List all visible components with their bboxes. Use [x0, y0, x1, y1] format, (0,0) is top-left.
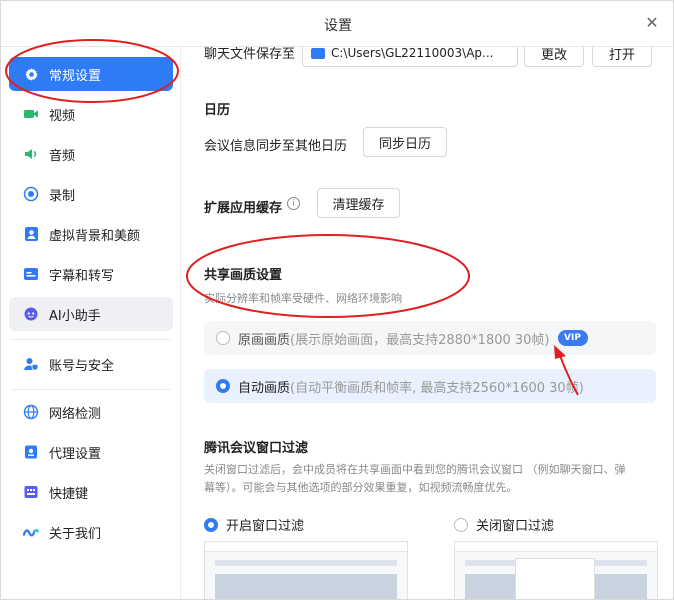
portrait-icon	[23, 226, 39, 242]
sidebar-divider	[11, 389, 171, 390]
sidebar-item-label: 账号与安全	[49, 358, 115, 374]
sidebar-item-proxy[interactable]: 代理设置	[9, 435, 173, 469]
radio-button[interactable]	[454, 517, 468, 532]
caption-icon	[23, 266, 39, 282]
window-title: 设置	[324, 18, 352, 34]
sidebar-item-ai-assistant[interactable]: AI小助手	[9, 297, 173, 331]
filter-on-preview-image	[204, 541, 408, 599]
option-description: (自动平衡画质和帧率, 最高支持2560*1600 30帧)	[290, 380, 584, 396]
sidebar-item-label: 虚拟背景和美颜	[49, 228, 141, 244]
sidebar-item-label: 关于我们	[49, 526, 102, 542]
keyboard-icon	[23, 484, 39, 500]
title-bar: 设置 ✕	[1, 1, 673, 47]
sidebar-item-network-check[interactable]: 网络检测	[9, 395, 173, 429]
option-description: (展示原始画面，最高支持2880*1800 30帧)	[290, 332, 550, 348]
window-filter-desc-line2: 幕等）。可能会与其他选项的部分效果重复，如视频流畅度优先。	[204, 481, 518, 494]
open-folder-button[interactable]: 打开	[592, 47, 652, 67]
close-icon[interactable]: ✕	[643, 14, 661, 32]
sidebar-item-general[interactable]: 常规设置	[9, 57, 173, 91]
sidebar-item-shortcuts[interactable]: 快捷键	[9, 475, 173, 509]
tencent-meeting-logo-icon	[23, 524, 39, 540]
sidebar-item-video[interactable]: 视频	[9, 97, 173, 131]
option-title: 原画画质	[238, 332, 291, 348]
file-path-value: C:\Users\GL22110003\Ap...	[331, 47, 494, 60]
calendar-sync-label: 会议信息同步至其他日历	[204, 139, 348, 154]
option-label: 开启窗口过滤	[226, 519, 305, 534]
sidebar-item-label: 视频	[49, 108, 76, 124]
change-folder-button[interactable]: 更改	[524, 47, 584, 67]
sidebar-item-label: 音频	[49, 148, 76, 164]
original-quality-option[interactable]: 原画画质 (展示原始画面，最高支持2880*1800 30帧) VIP	[204, 321, 656, 355]
clear-cache-button[interactable]: 清理缓存	[317, 188, 400, 218]
account-security-icon	[23, 356, 39, 372]
share-quality-heading: 共享画质设置	[204, 268, 283, 283]
sidebar-item-label: 代理设置	[49, 446, 102, 462]
sidebar-item-audio[interactable]: 音频	[9, 137, 173, 171]
radio-button-selected[interactable]	[216, 379, 230, 393]
ai-assistant-icon	[23, 306, 39, 322]
sidebar-divider	[11, 339, 171, 340]
sidebar-item-record[interactable]: 录制	[9, 177, 173, 211]
settings-sidebar: 常规设置 视频 音频 录制 虚拟背景和美颜 字幕和转写 AI小助手 账号与安全 …	[1, 47, 181, 599]
extension-cache-heading: 扩展应用缓存	[204, 201, 283, 216]
calendar-heading: 日历	[204, 103, 231, 118]
sidebar-item-label: 网络检测	[49, 406, 102, 422]
radio-button-selected[interactable]	[204, 517, 218, 532]
sidebar-item-label: 常规设置	[49, 68, 102, 84]
option-title: 自动画质	[238, 380, 291, 396]
globe-icon	[23, 404, 39, 420]
info-icon[interactable]: i	[287, 197, 300, 210]
sidebar-item-captions[interactable]: 字幕和转写	[9, 257, 173, 291]
sync-calendar-button[interactable]: 同步日历	[363, 127, 447, 157]
sidebar-item-label: 快捷键	[49, 486, 89, 502]
window-filter-desc-line1: 关闭窗口过滤后，会中成员将在共享画面中看到您的腾讯会议窗口 （例如聊天窗口、弹	[204, 463, 626, 476]
window-filter-heading: 腾讯会议窗口过滤	[204, 441, 309, 456]
vip-badge: VIP	[557, 330, 588, 346]
auto-quality-option[interactable]: 自动画质 (自动平衡画质和帧率, 最高支持2560*1600 30帧)	[204, 369, 656, 403]
option-label: 关闭窗口过滤	[476, 519, 555, 534]
video-icon	[23, 106, 39, 122]
share-quality-subtitle: 实际分辨率和帧率受硬件、网络环境影响	[204, 292, 402, 305]
radio-button[interactable]	[216, 331, 230, 345]
filter-off-preview-image	[454, 541, 658, 599]
record-icon	[23, 186, 39, 202]
gear-icon	[23, 66, 39, 82]
sidebar-item-virtual-background[interactable]: 虚拟背景和美颜	[9, 217, 173, 251]
settings-window: 设置 ✕ 常规设置 视频 音频 录制 虚拟背景和美颜 字幕和转写 AI小助手 账…	[0, 0, 674, 600]
disable-window-filter-option[interactable]: 关闭窗口过滤	[454, 515, 554, 534]
enable-window-filter-option[interactable]: 开启窗口过滤	[204, 515, 304, 534]
proxy-icon	[23, 444, 39, 460]
folder-icon	[311, 47, 325, 59]
sidebar-item-label: AI小助手	[49, 308, 101, 324]
speaker-icon	[23, 146, 39, 162]
sidebar-item-label: 录制	[49, 188, 76, 204]
file-save-label: 聊天文件保存至	[204, 47, 296, 62]
file-path-field[interactable]: C:\Users\GL22110003\Ap...	[302, 47, 518, 67]
sidebar-item-about[interactable]: 关于我们	[9, 515, 173, 549]
sidebar-item-label: 字幕和转写	[49, 268, 115, 284]
general-settings-panel: 聊天文件保存至 C:\Users\GL22110003\Ap... 更改 打开 …	[182, 47, 673, 599]
sidebar-item-account-security[interactable]: 账号与安全	[9, 347, 173, 381]
